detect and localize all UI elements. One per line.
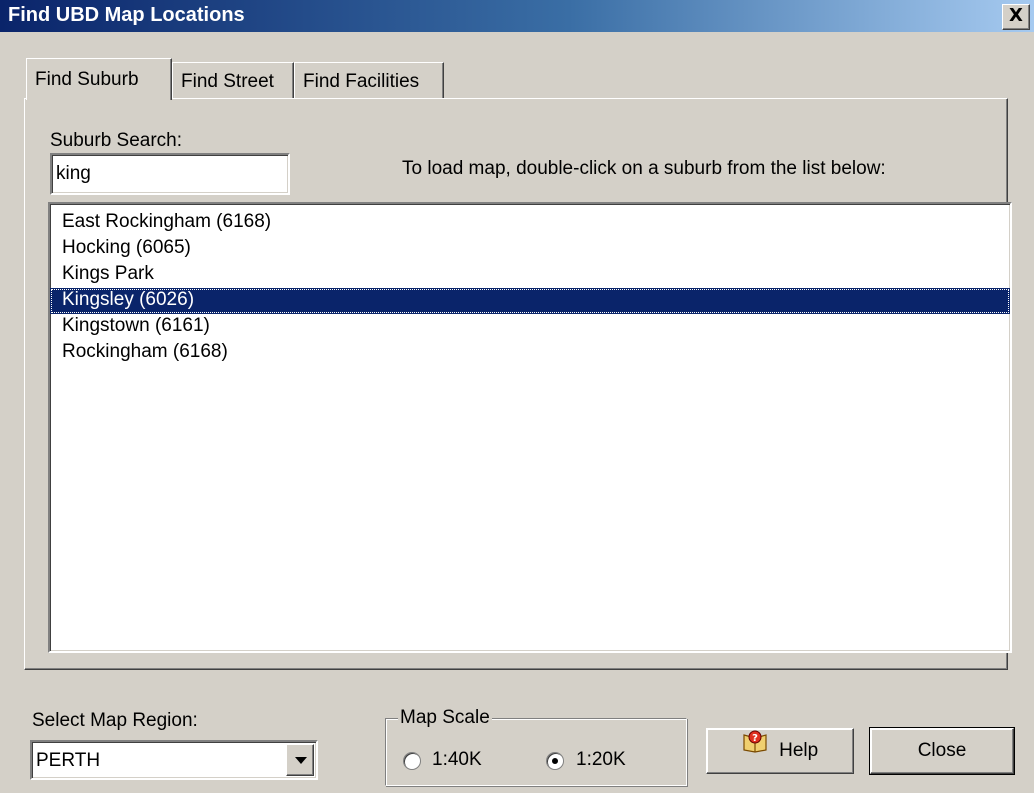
tab-find-facilities[interactable]: Find Facilities (294, 62, 444, 98)
suburb-search-input[interactable]: king (50, 153, 290, 195)
find-ubd-dialog: Find UBD Map Locations X Find Suburb Fin… (0, 0, 1034, 793)
list-item[interactable]: Hocking (6065) (50, 236, 1010, 262)
close-window-button[interactable]: X (1002, 4, 1030, 30)
help-book-icon: ? (742, 726, 768, 770)
search-input-value: king (56, 163, 91, 184)
close-label: Close (917, 740, 967, 761)
region-select[interactable]: PERTH (30, 740, 318, 780)
list-item-selected[interactable]: Kingsley (6026) (50, 288, 1010, 314)
region-value: PERTH (36, 750, 101, 771)
scale-20k-label[interactable]: 1:20K (576, 749, 626, 771)
window-title: Find UBD Map Locations (8, 4, 245, 26)
list-item[interactable]: Kingstown (6161) (50, 314, 1010, 340)
svg-text:?: ? (752, 733, 758, 744)
suburb-search-label: Suburb Search: (50, 130, 183, 151)
list-item[interactable]: East Rockingham (6168) (50, 210, 1010, 236)
list-item[interactable]: Kings Park (50, 262, 1010, 288)
title-bar[interactable]: Find UBD Map Locations X (0, 0, 1034, 32)
tab-find-street[interactable]: Find Street (172, 62, 294, 98)
scale-40k-label[interactable]: 1:40K (432, 749, 482, 771)
chevron-down-icon[interactable] (286, 744, 314, 776)
region-label: Select Map Region: (32, 710, 198, 731)
tab-find-suburb[interactable]: Find Suburb (26, 58, 172, 100)
help-button[interactable]: ? Help (706, 728, 854, 774)
scale-40k-radio[interactable] (403, 752, 421, 770)
map-scale-legend: Map Scale (398, 707, 492, 729)
map-scale-group: Map Scale 1:40K 1:20K (385, 707, 687, 786)
list-item[interactable]: Rockingham (6168) (50, 340, 1010, 366)
close-icon: X (1009, 5, 1023, 26)
tab-label: Find Facilities (303, 71, 420, 92)
tab-label: Find Street (181, 71, 274, 92)
suburb-results-list[interactable]: East Rockingham (6168) Hocking (6065) Ki… (48, 202, 1012, 653)
scale-20k-radio[interactable] (546, 752, 564, 770)
instruction-text: To load map, double-click on a suburb fr… (402, 158, 886, 179)
help-label: Help (779, 740, 819, 761)
close-button[interactable]: Close (869, 727, 1015, 775)
tab-label: Find Suburb (35, 69, 139, 90)
